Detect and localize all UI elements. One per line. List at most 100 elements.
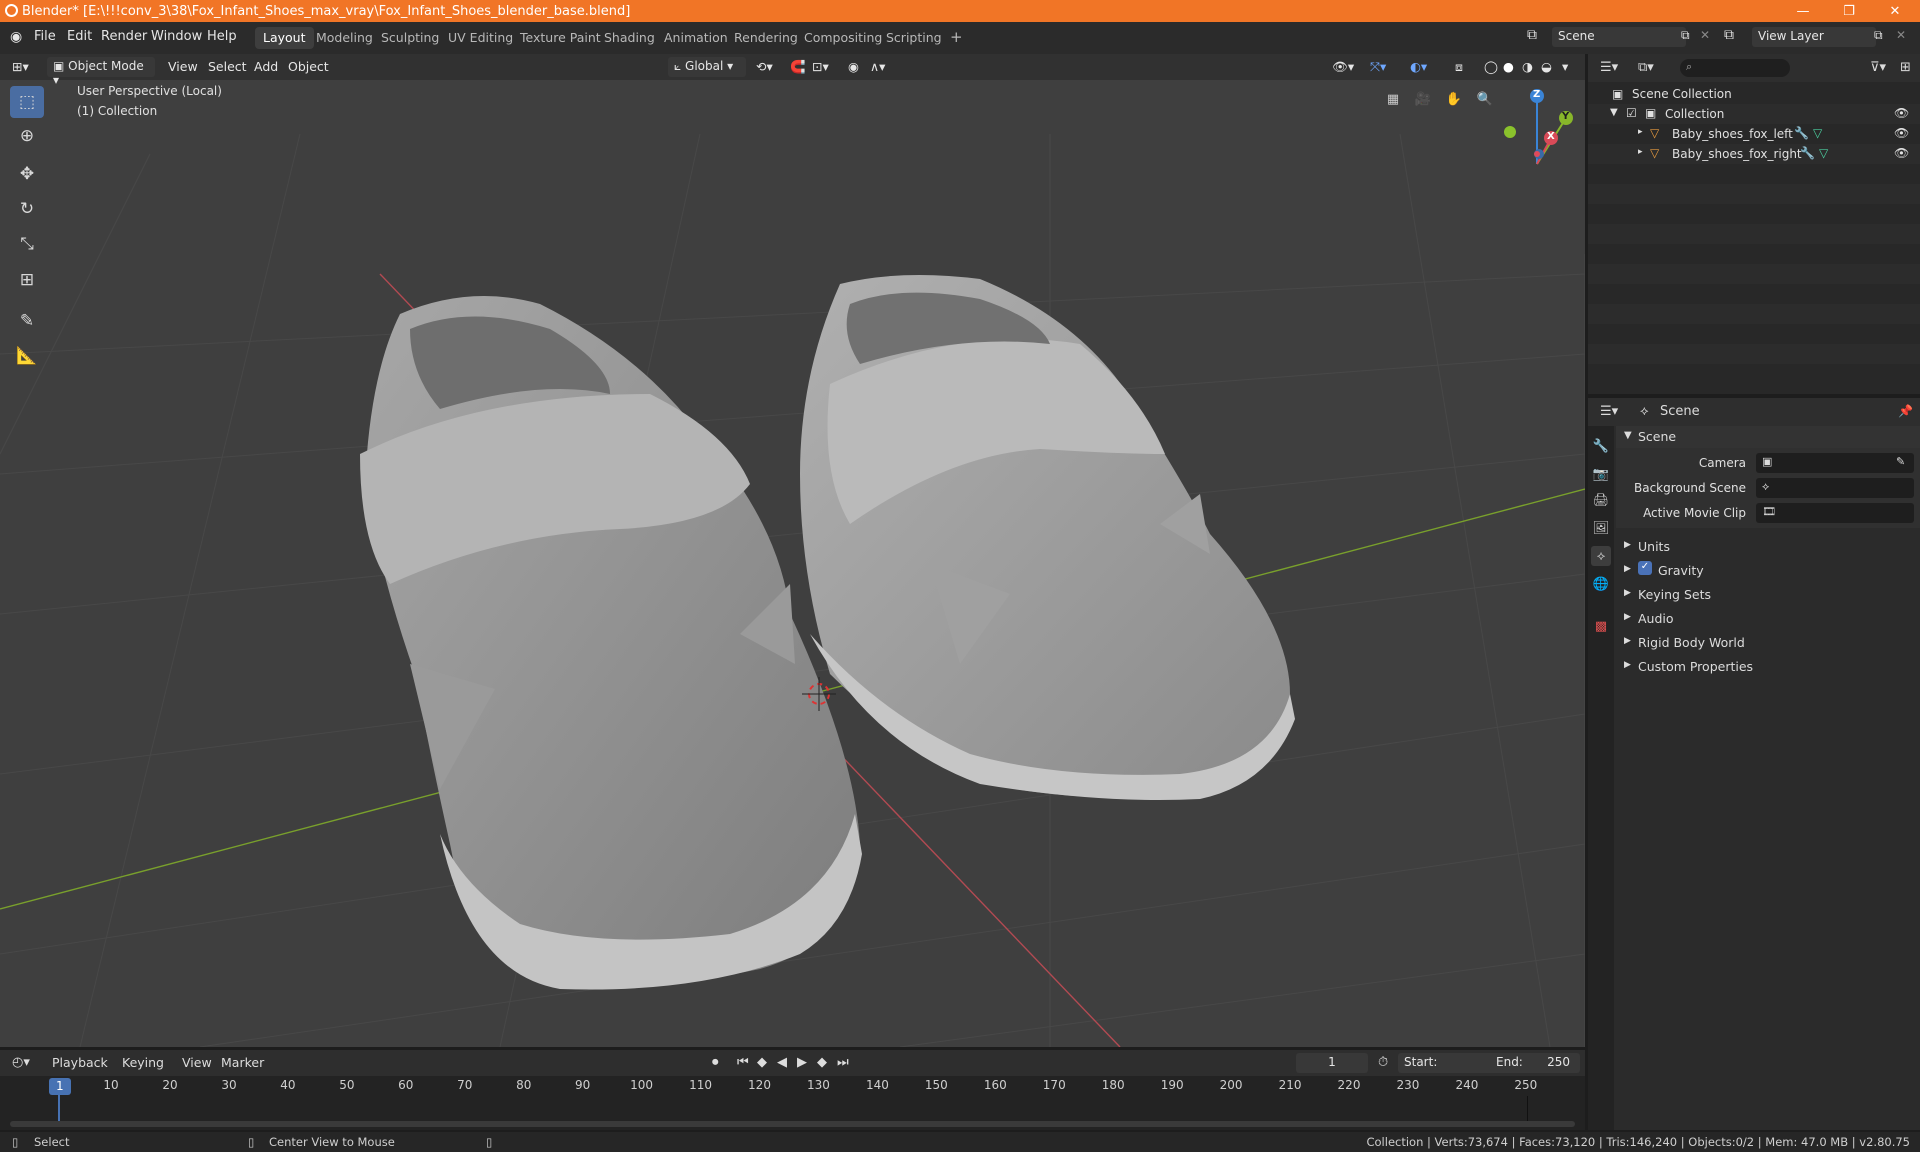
new-scene-icon[interactable]: ⧉ bbox=[1681, 28, 1690, 43]
solid-shading-icon[interactable]: ● bbox=[1503, 59, 1514, 74]
view-layer-tab-icon[interactable]: 🖼 bbox=[1591, 518, 1611, 538]
collection-visibility-icon[interactable]: 👁 bbox=[1894, 106, 1909, 120]
menu-keying[interactable]: Keying bbox=[122, 1055, 164, 1070]
navigation-gizmo[interactable] bbox=[1504, 89, 1573, 165]
jump-end-button[interactable]: ⏭ bbox=[837, 1055, 849, 1070]
frame-ruler[interactable]: 10 20 30 40 50 60 70 80 90 100 110 120 130 140 150 160 1… bbox=[0, 1078, 1585, 1096]
outliner-row-object-left[interactable]: ▸ ▽ Baby_shoes_fox_left 🔧 ▽ 👁 bbox=[1588, 124, 1920, 144]
menu-playback[interactable]: Playback bbox=[52, 1055, 108, 1070]
outliner-editor-icon[interactable]: ☰▾ bbox=[1600, 60, 1618, 75]
annotate-tool[interactable]: ✎ bbox=[10, 305, 44, 337]
texture-tab-icon[interactable]: ▩ bbox=[1591, 616, 1611, 636]
play-button[interactable]: ▶ bbox=[797, 1055, 807, 1070]
baby-shoe-left-model[interactable] bbox=[360, 296, 862, 990]
close-button[interactable]: ✕ bbox=[1872, 0, 1918, 22]
falloff-icon[interactable]: ∧▾ bbox=[870, 59, 885, 74]
camera-field[interactable]: ▣ ✎ bbox=[1756, 453, 1914, 473]
background-scene-field[interactable]: ⟡ bbox=[1756, 478, 1914, 498]
delete-view-layer-icon[interactable]: ✕ bbox=[1896, 28, 1906, 42]
expand-object-icon[interactable]: ▸ bbox=[1638, 147, 1643, 157]
xray-icon[interactable]: ⧈ bbox=[1455, 59, 1463, 75]
scene-type-icon[interactable]: ⧉ bbox=[1527, 27, 1537, 43]
move-tool[interactable]: ✥ bbox=[10, 158, 44, 190]
next-keyframe-button[interactable]: ◆ bbox=[817, 1055, 827, 1070]
camera-view-icon[interactable]: 🎥 bbox=[1413, 89, 1433, 109]
rotate-tool[interactable]: ↻ bbox=[10, 193, 44, 225]
record-button[interactable]: ⏺ bbox=[712, 1055, 719, 1070]
snap-target-icon[interactable]: ⊡▾ bbox=[812, 59, 829, 74]
render-tab-icon[interactable]: 📷 bbox=[1591, 464, 1611, 484]
tab-compositing[interactable]: Compositing bbox=[796, 27, 890, 49]
mode-selector[interactable]: ▣ Object Mode ▾ bbox=[47, 57, 155, 87]
current-frame-field[interactable]: 1 bbox=[1296, 1053, 1368, 1073]
section-gravity[interactable]: ▶ ✓ Gravity bbox=[1616, 560, 1920, 582]
outliner-row-object-right[interactable]: ▸ ▽ Baby_shoes_fox_right 🔧 ▽ 👁 bbox=[1588, 144, 1920, 164]
prev-keyframe-button[interactable]: ◆ bbox=[757, 1055, 767, 1070]
timeline-editor-icon[interactable]: ◴▾ bbox=[12, 1055, 30, 1070]
active-movie-clip-field[interactable]: 🎞 bbox=[1756, 503, 1914, 523]
output-tab-icon[interactable]: 🖨 bbox=[1591, 490, 1611, 510]
select-box-tool[interactable]: ⬚ bbox=[10, 86, 44, 118]
collection-checkbox[interactable]: ☑ bbox=[1626, 106, 1637, 120]
rendered-shading-icon[interactable]: ◒ bbox=[1541, 59, 1552, 74]
scene-tab-icon[interactable]: ⟡ bbox=[1591, 546, 1611, 566]
measure-tool[interactable]: 📐 bbox=[10, 340, 44, 372]
scale-tool[interactable]: ⤡ bbox=[10, 228, 44, 260]
tab-modeling[interactable]: Modeling bbox=[308, 27, 381, 49]
view-layer-selector[interactable]: View Layer bbox=[1752, 27, 1876, 47]
mesh-data-icon[interactable]: ▽ bbox=[1813, 126, 1822, 140]
outliner-search-input[interactable]: ⌕ bbox=[1680, 59, 1790, 77]
eyedropper-icon[interactable]: ✎ bbox=[1896, 455, 1905, 468]
blender-menu-icon[interactable]: ◉ bbox=[10, 29, 22, 45]
menu-add[interactable]: Add bbox=[254, 59, 278, 74]
menu-render[interactable]: Render bbox=[101, 29, 147, 44]
menu-timeline-view[interactable]: View bbox=[182, 1055, 212, 1070]
section-units[interactable]: ▶ Units bbox=[1616, 536, 1920, 558]
3d-viewport[interactable]: Z Y X User Perspective (Local) (1) Colle… bbox=[0, 54, 1585, 1047]
visibility-icon[interactable]: 👁▾ bbox=[1332, 59, 1354, 75]
world-tab-icon[interactable]: 🌐 bbox=[1591, 574, 1611, 594]
add-workspace-button[interactable]: + bbox=[942, 25, 971, 47]
overlay-toggle-icon[interactable]: ◐▾ bbox=[1410, 59, 1427, 74]
tab-animation[interactable]: Animation bbox=[656, 27, 736, 49]
menu-edit[interactable]: Edit bbox=[67, 29, 92, 44]
end-frame-field[interactable]: End: 250 bbox=[1490, 1053, 1580, 1073]
gravity-checkbox[interactable]: ✓ bbox=[1638, 561, 1652, 575]
jump-start-button[interactable]: ⏮ bbox=[737, 1055, 749, 1070]
material-shading-icon[interactable]: ◑ bbox=[1522, 59, 1533, 74]
properties-editor-icon[interactable]: ☰▾ bbox=[1600, 404, 1618, 419]
display-mode-icon[interactable]: ⧉▾ bbox=[1638, 60, 1654, 75]
delete-scene-icon[interactable]: ✕ bbox=[1700, 28, 1710, 42]
modifier-icon[interactable]: 🔧 bbox=[1794, 126, 1809, 140]
modifier-icon[interactable]: 🔧 bbox=[1800, 146, 1815, 160]
scene-panel-header[interactable]: ▼ Scene bbox=[1616, 426, 1920, 448]
baby-shoe-right-model[interactable] bbox=[800, 275, 1295, 800]
new-collection-icon[interactable]: ⊞ bbox=[1900, 60, 1911, 75]
view-layer-icon[interactable]: ⧉ bbox=[1724, 27, 1734, 43]
snap-icon[interactable]: 🧲 bbox=[790, 59, 806, 75]
tab-texture-paint[interactable]: Texture Paint bbox=[512, 27, 609, 49]
menu-object[interactable]: Object bbox=[288, 59, 329, 74]
object-visibility-icon[interactable]: 👁 bbox=[1894, 146, 1909, 160]
gizmo-toggle-icon[interactable]: ⤧▾ bbox=[1370, 59, 1386, 75]
tab-sculpting[interactable]: Sculpting bbox=[373, 27, 447, 49]
transform-orientation-selector[interactable]: ⟀ Global ▾ bbox=[668, 57, 746, 77]
new-view-layer-icon[interactable]: ⧉ bbox=[1874, 28, 1883, 43]
outliner-row-collection[interactable]: ▼ ☑ ▣ Collection 👁 bbox=[1588, 104, 1920, 124]
proportional-edit-icon[interactable]: ◉ bbox=[848, 59, 859, 74]
play-reverse-button[interactable]: ◀ bbox=[777, 1055, 787, 1070]
shading-options-icon[interactable]: ▾ bbox=[1562, 59, 1568, 74]
timeline-scrollbar[interactable] bbox=[10, 1121, 1575, 1127]
section-rigid-body-world[interactable]: ▶ Rigid Body World bbox=[1616, 632, 1920, 654]
menu-marker[interactable]: Marker bbox=[221, 1055, 264, 1070]
minimize-button[interactable]: — bbox=[1780, 0, 1826, 22]
wireframe-shading-icon[interactable]: ◯ bbox=[1484, 59, 1498, 74]
tab-layout[interactable]: Layout bbox=[255, 27, 314, 49]
object-visibility-icon[interactable]: 👁 bbox=[1894, 126, 1909, 140]
zoom-view-icon[interactable]: 🔍 bbox=[1475, 89, 1495, 109]
section-custom-properties[interactable]: ▶ Custom Properties bbox=[1616, 656, 1920, 678]
tab-uv-editing[interactable]: UV Editing bbox=[440, 27, 521, 49]
menu-file[interactable]: File bbox=[34, 29, 56, 44]
pivot-point-icon[interactable]: ⟲▾ bbox=[756, 59, 773, 74]
mesh-data-icon[interactable]: ▽ bbox=[1819, 146, 1828, 160]
